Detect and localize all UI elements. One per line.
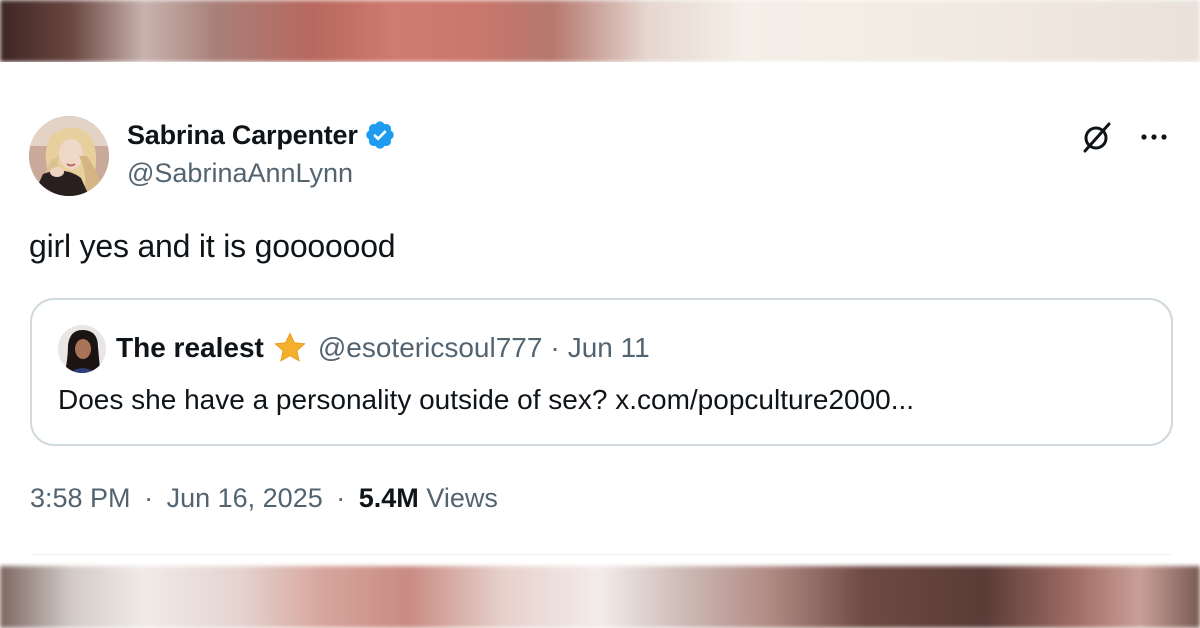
tweet-card: Sabrina Carpenter @SabrinaAnnLynn girl y…: [0, 62, 1200, 566]
quoted-handle[interactable]: @esotericsoul777: [318, 332, 543, 364]
quoted-author-avatar[interactable]: [58, 325, 106, 373]
quoted-date[interactable]: Jun 11: [568, 332, 650, 364]
tweet-date[interactable]: Jun 16, 2025: [167, 483, 323, 513]
verified-badge-icon[interactable]: [364, 119, 396, 151]
views-count: 5.4M: [358, 483, 419, 513]
tweet-text: girl yes and it is gooooood: [29, 228, 396, 264]
author-name-row: Sabrina Carpenter: [127, 117, 396, 153]
grok-icon[interactable]: [1079, 119, 1115, 155]
quoted-avatar-image: [58, 325, 106, 373]
author-handle[interactable]: @SabrinaAnnLynn: [127, 158, 353, 189]
divider: [30, 554, 1172, 555]
blurred-photo-band-top: [0, 0, 1200, 62]
author-avatar[interactable]: [29, 116, 109, 196]
meta-separator-2: ·: [336, 483, 346, 513]
blurred-photo-band-bottom: [0, 566, 1200, 628]
quoted-tweet[interactable]: The realest @esotericsoul777 · Jun 11 Do…: [30, 298, 1173, 446]
more-options-icon[interactable]: [1136, 119, 1172, 155]
author-display-name[interactable]: Sabrina Carpenter: [127, 120, 358, 151]
tweet-time[interactable]: 3:58 PM: [30, 483, 131, 513]
author-avatar-image: [29, 116, 109, 196]
quoted-header: The realest @esotericsoul777 · Jun 11: [116, 328, 650, 368]
meta-separator-1: ·: [144, 483, 154, 513]
quoted-separator: ·: [550, 332, 560, 363]
quoted-text: Does she have a personality outside of s…: [58, 384, 915, 415]
tweet-meta: 3:58 PM · Jun 16, 2025 · 5.4M Views: [30, 483, 498, 514]
star-icon: [274, 332, 306, 362]
views-label: Views: [426, 483, 498, 513]
quoted-display-name[interactable]: The realest: [116, 332, 264, 364]
